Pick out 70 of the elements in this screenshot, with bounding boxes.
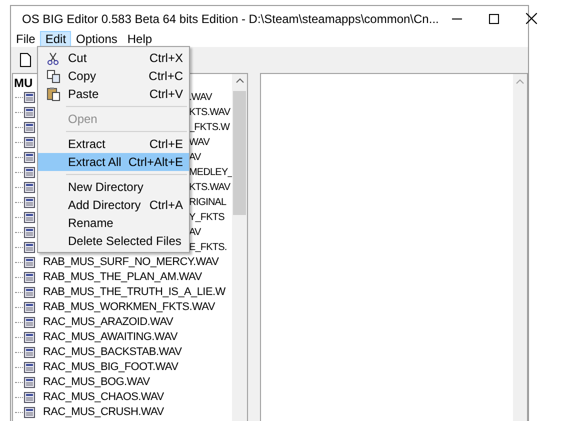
file-icon	[24, 272, 35, 283]
scroll-up-icon[interactable]	[516, 79, 524, 84]
tree-item[interactable]: RAB_MUS_THE_PLAN_AM.WAV	[43, 269, 202, 286]
scroll-up-icon[interactable]	[236, 78, 244, 83]
file-icon	[24, 92, 35, 103]
menu-item[interactable]: Delete Selected Files	[38, 232, 189, 250]
file-icon	[24, 212, 35, 223]
file-icon	[24, 392, 35, 403]
file-icon	[24, 107, 35, 118]
file-icon	[24, 407, 35, 418]
menu-item[interactable]: Add Directory Ctrl+A	[38, 196, 189, 214]
close-icon	[526, 13, 538, 24]
tree-item[interactable]: AV	[189, 150, 201, 165]
tree-item[interactable]: MEDLEY_	[189, 165, 233, 180]
file-icon	[24, 152, 35, 163]
file-icon	[24, 302, 35, 313]
tree-item[interactable]: RAC_MUS_AWAITING.WAV	[43, 329, 178, 346]
file-icon	[24, 362, 35, 373]
tree-item[interactable]: .WAV	[189, 90, 212, 105]
menu-item[interactable]: Paste Ctrl+V	[38, 85, 189, 103]
tree-item[interactable]: Y_FKTS	[189, 210, 224, 225]
tree-item[interactable]: RAB_MUS_THE_TRUTH_IS_A_LIE.W	[43, 284, 226, 301]
tree-item[interactable]: RAC_MUS_BACKSTAB.WAV	[43, 344, 182, 361]
tree-item[interactable]: MU	[14, 74, 33, 92]
menu-item[interactable]: File	[11, 31, 40, 47]
tree-item[interactable]: _FKTS.W	[189, 120, 230, 135]
menu-item[interactable]: Rename	[38, 214, 189, 232]
file-icon	[24, 167, 35, 178]
file-icon	[24, 197, 35, 208]
window-title: OS BIG Editor 0.583 Beta 64 bits Edition - D:\Steam\steamapps\common\Cn...	[22, 10, 439, 28]
tree-item[interactable]: WAV	[189, 135, 210, 150]
file-icon	[24, 137, 35, 148]
tree-item[interactable]: RAB_MUS_SURF_NO_MERCY.WAV	[43, 254, 219, 271]
file-icon	[24, 332, 35, 343]
tree-item[interactable]: RAC_MUS_CRUSH.WAV	[43, 404, 164, 421]
file-icon	[24, 227, 35, 238]
tree-item[interactable]: RAC_MUS_CHAOS.WAV	[43, 389, 164, 406]
tree-item[interactable]: RAC_MUS_BOG.WAV	[43, 374, 150, 391]
menu-item[interactable]: Help	[122, 31, 158, 47]
scroll-thumb[interactable]	[233, 91, 246, 215]
tree-item[interactable]: KTS.WAV	[189, 180, 230, 195]
copy-icon	[46, 70, 60, 82]
maximize-icon	[488, 14, 499, 24]
file-icon	[24, 122, 35, 133]
file-icon	[24, 182, 35, 193]
file-icon	[24, 257, 35, 268]
menu-item[interactable]: Copy Ctrl+C	[38, 67, 189, 85]
file-icon	[24, 347, 35, 358]
menu-item[interactable]: Extract All Ctrl+Alt+E	[38, 153, 189, 171]
clipboard-icon	[46, 87, 60, 101]
menu-item[interactable]: Extract Ctrl+E	[38, 135, 189, 153]
menu-item[interactable]: Edit	[40, 31, 72, 47]
tree-item[interactable]: RAC_MUS_ARAZOID.WAV	[43, 314, 173, 331]
tree-item[interactable]: RAB_MUS_WORKMEN_FKTS.WAV	[43, 299, 215, 316]
file-icon	[24, 242, 35, 253]
tree-item[interactable]: AV	[189, 225, 201, 240]
new-file-icon[interactable]	[20, 52, 31, 66]
tree-item[interactable]: RAC_MUS_BIG_FOOT.WAV	[43, 359, 178, 376]
tree-item[interactable]: RIGINAL	[189, 195, 226, 210]
menu-item[interactable]: Cut Ctrl+X	[38, 49, 189, 67]
menu-item[interactable]: Options	[71, 31, 122, 47]
scissors-icon	[47, 52, 59, 64]
file-icon	[24, 317, 35, 328]
scrollbar[interactable]	[513, 74, 527, 421]
tree-item[interactable]: E_FKTS.	[189, 240, 227, 255]
scrollbar[interactable]	[232, 74, 247, 421]
file-icon	[24, 377, 35, 388]
menu-item[interactable]: New Directory	[38, 178, 189, 196]
file-icon	[24, 287, 35, 298]
tree-item[interactable]: KTS.WAV	[189, 105, 230, 120]
